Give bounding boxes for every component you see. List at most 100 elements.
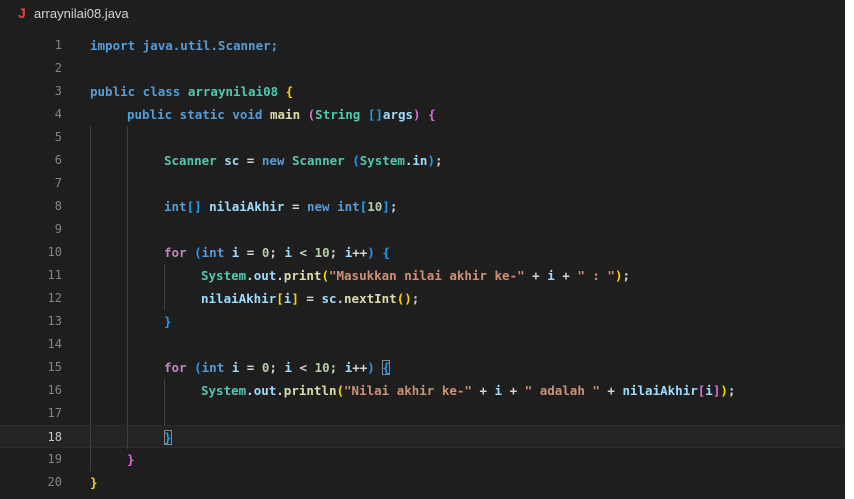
- line-number: 3: [54, 84, 62, 98]
- code-line[interactable]: 15 for (int i = 0; i < 10; i++) {: [0, 356, 845, 379]
- code-token: i: [547, 268, 555, 283]
- code-token: sc: [224, 153, 240, 168]
- code-token: <: [291, 360, 315, 375]
- line-number: 6: [54, 153, 62, 167]
- code-token: (: [352, 153, 360, 168]
- code-token: " adalah ": [524, 383, 600, 398]
- code-token: (: [300, 107, 316, 122]
- code-token: {: [374, 245, 390, 260]
- code-line[interactable]: 9: [0, 218, 845, 241]
- line-number: 19: [47, 452, 62, 466]
- code-token: ;: [435, 153, 443, 168]
- code-token: }: [164, 314, 172, 329]
- indent-guide: [127, 126, 128, 149]
- code-line[interactable]: 8 int[] nilaiAkhir = new int[10];: [0, 195, 845, 218]
- indent-guide: [164, 402, 165, 425]
- code-token: +: [554, 268, 578, 283]
- tab-bar: J arraynilai08.java: [0, 0, 845, 26]
- matched-bracket: {: [382, 360, 390, 375]
- tab-filename: arraynilai08.java: [34, 5, 129, 21]
- code-token: ): [427, 153, 435, 168]
- indent-guide: [127, 264, 128, 287]
- code-line[interactable]: 20}: [0, 471, 845, 494]
- code-line[interactable]: 17: [0, 402, 845, 425]
- indent-guide: [127, 333, 128, 356]
- code-token: int: [201, 245, 232, 260]
- code-token: i: [284, 360, 292, 375]
- line-number: 2: [54, 61, 62, 75]
- code-line[interactable]: 11 System.out.print("Masukkan nilai akhir…: [0, 264, 845, 287]
- code-line[interactable]: 2: [0, 57, 845, 80]
- code-line[interactable]: 12 nilaiAkhir[i] = sc.nextInt();: [0, 287, 845, 310]
- code-editor[interactable]: J arraynilai08.java 1 import java.util.Sc…: [0, 0, 845, 499]
- line-content: import java.util.Scanner;: [90, 34, 278, 57]
- code-line[interactable]: 4 public static void main (String []args)…: [0, 103, 845, 126]
- line-content: nilaiAkhir[i] = sc.nextInt();: [201, 287, 419, 310]
- indent-guide: [90, 426, 91, 449]
- code-token: ;: [329, 360, 345, 375]
- code-token: []: [186, 199, 210, 214]
- indent-guide: [90, 310, 91, 333]
- code-token: Scanner: [291, 153, 353, 168]
- code-token: ;: [269, 245, 285, 260]
- code-token: new: [261, 153, 292, 168]
- indent-guide: [164, 379, 165, 402]
- line-number: 18: [47, 430, 62, 444]
- code-token: ): [720, 383, 728, 398]
- indent-guide: [90, 149, 91, 172]
- code-token: Scanner: [164, 153, 225, 168]
- code-line[interactable]: 6 Scanner sc = new Scanner (System.in);: [0, 149, 845, 172]
- line-content: }: [90, 471, 98, 494]
- code-token: System: [359, 153, 405, 168]
- line-content: public class arraynilai08 {: [90, 80, 293, 103]
- code-token: out: [253, 268, 277, 283]
- indent-guide: [127, 379, 128, 402]
- code-token: ;: [269, 360, 285, 375]
- code-token: .: [336, 291, 345, 306]
- code-token: []: [367, 107, 383, 122]
- code-token: +: [524, 268, 548, 283]
- code-token: ): [367, 245, 375, 260]
- indent-guide: [127, 287, 128, 310]
- code-token: nilaiAkhir: [201, 291, 277, 306]
- line-content: System.out.print("Masukkan nilai akhir k…: [201, 264, 630, 287]
- line-number: 17: [47, 406, 62, 420]
- code-line[interactable]: 14: [0, 333, 845, 356]
- code-area[interactable]: 1 import java.util.Scanner; 2 3 public class…: [0, 34, 845, 494]
- line-number: 4: [54, 107, 62, 121]
- code-token: =: [284, 199, 307, 214]
- code-line[interactable]: 7: [0, 172, 845, 195]
- indent-guide: [90, 402, 91, 425]
- code-line[interactable]: 18}: [0, 425, 845, 449]
- line-number: 9: [54, 222, 62, 236]
- indent-guide: [90, 126, 91, 149]
- indent-guide: [127, 310, 128, 333]
- code-line[interactable]: 10 for (int i = 0; i < 10; i++) {: [0, 241, 845, 264]
- indent-guide: [164, 287, 165, 310]
- code-line[interactable]: 5: [0, 126, 845, 149]
- code-token: .: [276, 383, 284, 398]
- code-token: "Nilai akhir ke-": [344, 383, 472, 398]
- code-line[interactable]: 16 System.out.println("Nilai akhir ke-" +…: [0, 379, 845, 402]
- editor-tab[interactable]: J arraynilai08.java: [0, 0, 139, 26]
- code-token: ;: [389, 199, 398, 214]
- code-token: +: [471, 383, 495, 398]
- indent-guide: [90, 379, 91, 402]
- code-line[interactable]: 3 public class arraynilai08 {: [0, 80, 845, 103]
- code-token: (: [321, 268, 329, 283]
- indent-guide: [127, 402, 128, 425]
- code-token: (): [396, 291, 412, 306]
- code-token: args: [382, 107, 414, 122]
- indent-guide: [90, 333, 91, 356]
- code-token: println: [283, 383, 337, 398]
- code-token: ]: [291, 291, 299, 306]
- code-line[interactable]: 13}: [0, 310, 845, 333]
- indent-guide: [90, 195, 91, 218]
- code-token: (: [194, 360, 202, 375]
- code-token: }: [127, 452, 135, 467]
- code-line[interactable]: 1 import java.util.Scanner;: [0, 34, 845, 57]
- line-number: 7: [54, 176, 62, 190]
- code-token: System: [201, 268, 247, 283]
- line-number: 10: [47, 245, 62, 259]
- code-line[interactable]: 19}: [0, 448, 845, 471]
